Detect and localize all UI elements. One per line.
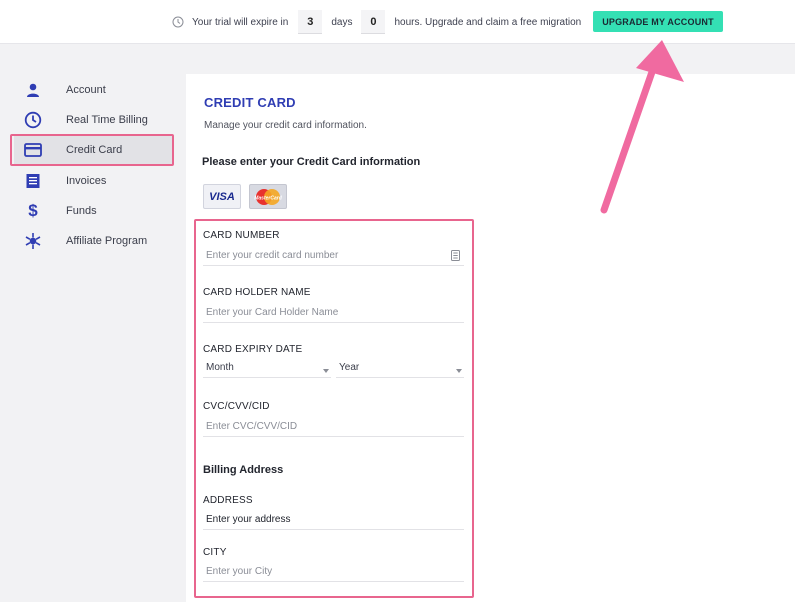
address-label: ADDRESS [203,495,253,506]
days-count: 3 [298,10,323,34]
cvc-placeholder: Enter CVC/CVV/CID [206,421,298,432]
card-logos: VISA MasterCard [203,184,287,209]
sidebar-item-funds[interactable]: $ Funds [14,197,172,225]
chevron-down-icon [456,368,462,373]
sidebar-item-label: Funds [66,205,97,217]
sidebar-item-affiliate-program[interactable]: Affiliate Program [14,227,172,255]
clock-icon [23,110,43,130]
days-label: days [331,16,353,28]
card-holder-input[interactable]: Enter your Card Holder Name [203,303,464,323]
card-number-label: CARD NUMBER [203,230,280,241]
mastercard-circles: MasterCard [254,188,283,205]
trial-message: Your trial will expire in 3 days 0 hours… [172,10,581,34]
hours-suffix: hours. Upgrade and claim a free migratio… [394,16,582,28]
annotation-arrow [600,40,684,214]
mastercard-logo-text: MasterCard [254,195,282,201]
visa-logo-text: VISA [209,190,235,203]
address-input[interactable]: Enter your address [203,510,464,530]
city-input[interactable]: Enter your City [203,562,464,582]
sidebar-item-label: Account [66,84,106,96]
expiry-year-value: Year [339,362,360,373]
sidebar-item-label: Affiliate Program [66,235,148,247]
card-holder-placeholder: Enter your Card Holder Name [206,307,339,318]
card-scan-icon[interactable] [451,250,460,264]
card-holder-label: CARD HOLDER NAME [203,287,311,298]
sidebar-item-real-time-billing[interactable]: Real Time Billing [14,106,172,134]
clock-icon [172,16,184,28]
highlight-outline [10,134,174,166]
expiry-year-select[interactable]: Year [336,358,464,378]
form-heading: Please enter your Credit Card informatio… [202,156,421,168]
network-icon [23,231,43,251]
upgrade-account-button[interactable]: UPGRADE MY ACCOUNT [593,11,723,32]
sidebar-item-label: Invoices [66,175,107,187]
card-number-input[interactable]: Enter your credit card number [203,246,464,266]
expiry-date-label: CARD EXPIRY DATE [203,344,303,355]
city-label: CITY [203,547,227,558]
sidebar-item-label: Real Time Billing [66,114,148,126]
visa-logo: VISA [203,184,241,209]
mastercard-logo: MasterCard [249,184,287,209]
cvc-input[interactable]: Enter CVC/CVV/CID [203,417,464,437]
sidebar-item-invoices[interactable]: Invoices [14,167,172,195]
page-title: CREDIT CARD [204,95,296,110]
sidebar-item-account[interactable]: Account [14,76,172,104]
trial-prefix: Your trial will expire in [192,16,289,28]
document-icon [23,171,43,191]
billing-address-heading: Billing Address [203,464,284,476]
cvc-label: CVC/CVV/CID [203,401,270,412]
page-subtitle: Manage your credit card information. [204,120,367,131]
user-icon [23,80,43,100]
card-number-placeholder: Enter your credit card number [206,250,339,261]
expiry-month-value: Month [206,362,234,373]
expiry-month-select[interactable]: Month [203,358,331,378]
address-value: Enter your address [206,514,291,525]
credit-card-panel: CREDIT CARD Manage your credit card info… [186,74,795,602]
hours-count: 0 [361,10,386,34]
city-placeholder: Enter your City [206,566,273,577]
chevron-down-icon [323,368,329,373]
dollar-icon: $ [28,201,38,220]
